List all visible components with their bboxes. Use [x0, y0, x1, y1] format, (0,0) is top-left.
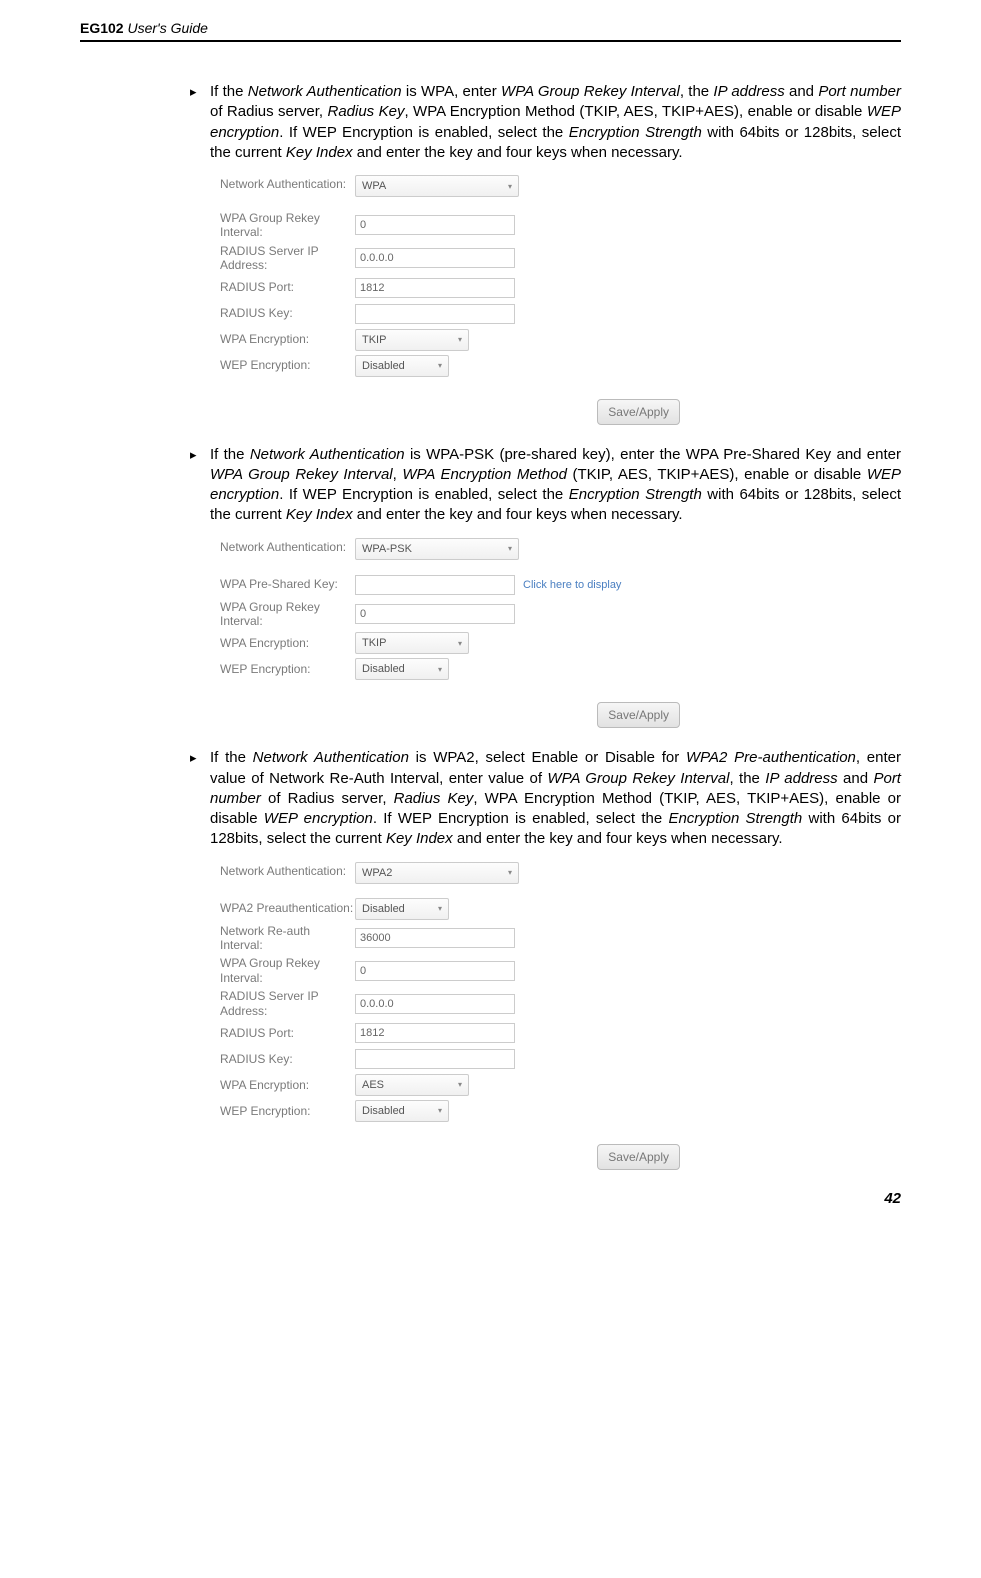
bullet-block: ▸If the Network Authentication is WPA-PS…: [190, 445, 901, 526]
chevron-down-icon: ▾: [508, 182, 512, 191]
field-label: WPA Group Rekey Interval:: [220, 598, 355, 631]
network-auth-dropdown[interactable]: WPA2▾: [355, 862, 519, 884]
dropdown-field[interactable]: Disabled▾: [355, 898, 449, 920]
dropdown-field[interactable]: Disabled▾: [355, 1100, 449, 1122]
text-input[interactable]: 1812: [355, 1023, 515, 1043]
field-label: Network Re-auth Interval:: [220, 922, 355, 955]
auth-label: Network Authentication:: [220, 175, 355, 193]
chevron-down-icon: ▾: [508, 868, 512, 877]
page-number: 42: [80, 1190, 901, 1207]
page-header: EG102 User's Guide: [80, 20, 901, 42]
network-auth-dropdown[interactable]: WPA▾: [355, 175, 519, 197]
field-label: RADIUS Port:: [220, 1024, 355, 1042]
field-label: WPA Encryption:: [220, 330, 355, 348]
bullet-text: If the Network Authentication is WPA, en…: [210, 82, 901, 163]
bullet-arrow-icon: ▸: [190, 445, 210, 526]
text-input[interactable]: [355, 575, 515, 595]
save-apply-button[interactable]: Save/Apply: [597, 702, 680, 728]
chevron-down-icon: ▾: [438, 904, 442, 913]
text-input[interactable]: 0: [355, 604, 515, 624]
field-label: WEP Encryption:: [220, 1102, 355, 1120]
chevron-down-icon: ▾: [458, 335, 462, 344]
text-input[interactable]: 1812: [355, 278, 515, 298]
field-label: RADIUS Key:: [220, 1050, 355, 1068]
header-suffix: User's Guide: [127, 20, 207, 36]
text-input[interactable]: 0.0.0.0: [355, 248, 515, 268]
header-model: EG102: [80, 20, 124, 36]
field-label: RADIUS Key:: [220, 304, 355, 322]
dropdown-field[interactable]: TKIP▾: [355, 632, 469, 654]
field-label: WPA Group Rekey Interval:: [220, 954, 355, 987]
save-apply-button[interactable]: Save/Apply: [597, 399, 680, 425]
field-label: WEP Encryption:: [220, 660, 355, 678]
field-label: RADIUS Server IP Address:: [220, 242, 355, 275]
config-panel: Network Authentication:WPA2▾WPA2 Preauth…: [220, 862, 901, 1170]
field-label: RADIUS Port:: [220, 278, 355, 296]
config-panel: Network Authentication:WPA-PSK▾WPA Pre-S…: [220, 538, 901, 729]
bullet-arrow-icon: ▸: [190, 748, 210, 849]
text-input[interactable]: 36000: [355, 928, 515, 948]
field-label: WPA2 Preauthentication:: [220, 899, 355, 917]
text-input[interactable]: 0: [355, 961, 515, 981]
dropdown-field[interactable]: Disabled▾: [355, 658, 449, 680]
bullet-text: If the Network Authentication is WPA2, s…: [210, 748, 901, 849]
auth-label: Network Authentication:: [220, 862, 355, 880]
auth-label: Network Authentication:: [220, 538, 355, 556]
field-label: WPA Encryption:: [220, 1076, 355, 1094]
save-apply-button[interactable]: Save/Apply: [597, 1144, 680, 1170]
chevron-down-icon: ▾: [438, 361, 442, 370]
reveal-key-link[interactable]: Click here to display: [523, 579, 621, 591]
network-auth-dropdown[interactable]: WPA-PSK▾: [355, 538, 519, 560]
dropdown-field[interactable]: AES▾: [355, 1074, 469, 1096]
field-label: WEP Encryption:: [220, 356, 355, 374]
bullet-text: If the Network Authentication is WPA-PSK…: [210, 445, 901, 526]
field-label: WPA Pre-Shared Key:: [220, 575, 355, 593]
chevron-down-icon: ▾: [458, 1080, 462, 1089]
bullet-arrow-icon: ▸: [190, 82, 210, 163]
text-input[interactable]: [355, 1049, 515, 1069]
text-input[interactable]: 0: [355, 215, 515, 235]
bullet-block: ▸If the Network Authentication is WPA2, …: [190, 748, 901, 849]
chevron-down-icon: ▾: [458, 639, 462, 648]
config-panel: Network Authentication:WPA▾WPA Group Rek…: [220, 175, 901, 425]
chevron-down-icon: ▾: [438, 1106, 442, 1115]
chevron-down-icon: ▾: [438, 665, 442, 674]
dropdown-field[interactable]: TKIP▾: [355, 329, 469, 351]
chevron-down-icon: ▾: [508, 544, 512, 553]
bullet-block: ▸If the Network Authentication is WPA, e…: [190, 82, 901, 163]
text-input[interactable]: 0.0.0.0: [355, 994, 515, 1014]
field-label: RADIUS Server IP Address:: [220, 987, 355, 1020]
dropdown-field[interactable]: Disabled▾: [355, 355, 449, 377]
field-label: WPA Group Rekey Interval:: [220, 209, 355, 242]
text-input[interactable]: [355, 304, 515, 324]
field-label: WPA Encryption:: [220, 634, 355, 652]
